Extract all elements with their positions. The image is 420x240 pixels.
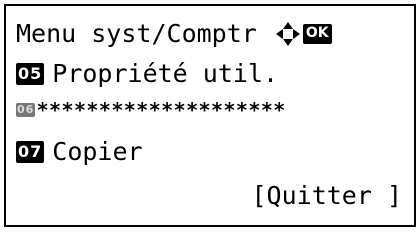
four-way-arrow-icon bbox=[275, 22, 300, 46]
menu-item-label: Copier bbox=[52, 137, 143, 166]
softkey-row: [Quitter ] bbox=[16, 178, 406, 214]
title-bar: Menu syst/Comptr OK bbox=[16, 16, 406, 52]
quit-softkey[interactable]: [Quitter ] bbox=[251, 178, 402, 214]
menu-title: Menu syst/Comptr bbox=[16, 19, 257, 48]
item-number-badge: 05 bbox=[16, 63, 45, 85]
ok-icon: OK bbox=[302, 24, 332, 44]
item-number-badge: 06 bbox=[16, 103, 36, 117]
lcd-panel: Menu syst/Comptr OK 05 Propriété util. 0… bbox=[4, 4, 416, 227]
menu-item-label: ******************** bbox=[37, 98, 287, 122]
menu-item-hidden[interactable]: 06 ******************** bbox=[16, 96, 406, 124]
navigation-hint: OK bbox=[275, 21, 332, 47]
item-number-badge: 07 bbox=[16, 141, 45, 163]
menu-item-copier[interactable]: 07 Copier bbox=[16, 134, 406, 170]
menu-item-label: Propriété util. bbox=[52, 59, 279, 88]
menu-item-propriete[interactable]: 05 Propriété util. bbox=[16, 56, 406, 92]
